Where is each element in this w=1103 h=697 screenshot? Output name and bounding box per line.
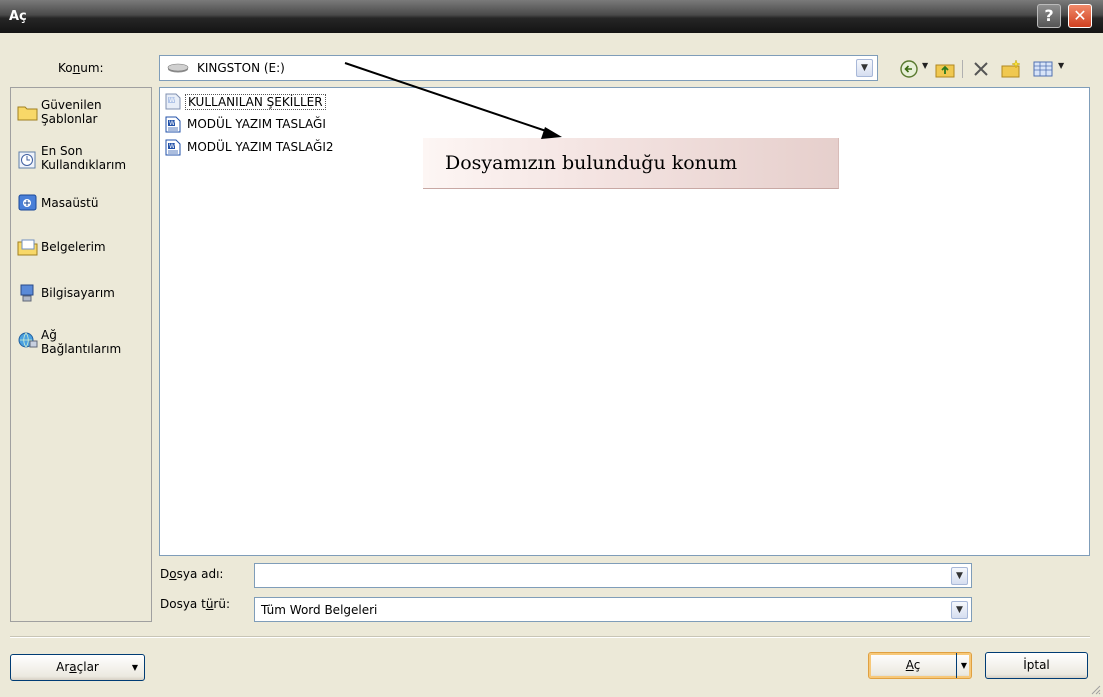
- place-recent[interactable]: En Son Kullandıklarım: [15, 142, 151, 176]
- place-label: Bilgisayarım: [41, 286, 115, 300]
- word-document-icon: W: [165, 93, 181, 110]
- usb-drive-icon: [167, 63, 189, 73]
- title-bar[interactable]: Aç ? ✕: [0, 0, 1103, 33]
- tools-dropdown-icon: ▼: [131, 663, 138, 672]
- filetype-dropdown-button[interactable]: ▼: [951, 601, 968, 619]
- annotation-callout: Dosyamızın bulunduğu konum: [423, 138, 839, 189]
- place-label: En Son Kullandıklarım: [41, 144, 127, 172]
- svg-text:W: W: [169, 143, 175, 150]
- new-folder-icon[interactable]: [1000, 59, 1022, 79]
- filename-label-part: D: [160, 567, 170, 581]
- trusted-templates-folder-icon: [17, 106, 38, 121]
- filename-dropdown-button[interactable]: ▼: [951, 567, 968, 585]
- delete-icon[interactable]: [970, 59, 992, 79]
- back-dropdown-icon[interactable]: ▼: [922, 61, 928, 70]
- network-places-icon: [18, 332, 38, 348]
- location-label-part: Ko: [58, 61, 73, 75]
- place-trusted-templates[interactable]: Güvenilen Şablonlar: [15, 96, 151, 130]
- resize-grip-icon[interactable]: [1089, 683, 1101, 695]
- file-name: MODÜL YAZIM TASLAĞI: [187, 117, 326, 131]
- filename-combobox[interactable]: ▼: [254, 563, 972, 588]
- help-button[interactable]: ?: [1037, 4, 1061, 28]
- place-desktop[interactable]: Masaüstü: [15, 192, 151, 214]
- up-folder-icon[interactable]: [934, 59, 956, 79]
- place-label: Masaüstü: [41, 196, 99, 210]
- filetype-label-part: rü:: [213, 597, 231, 611]
- toolbar-separator: [962, 60, 963, 78]
- open-button[interactable]: Aç ▼: [868, 652, 972, 679]
- location-value: KINGSTON (E:): [197, 61, 285, 75]
- file-name: KULLANILAN ŞEKİLLER: [185, 94, 326, 110]
- tools-button[interactable]: Araçlar ▼: [10, 654, 145, 681]
- places-bar: Güvenilen Şablonlar En Son Kullandıkları…: [10, 87, 152, 622]
- tools-label-part: Ar: [56, 660, 70, 674]
- open-label-accesskey: A: [905, 658, 914, 672]
- svg-text:W: W: [169, 97, 175, 104]
- place-my-documents[interactable]: Belgelerim: [15, 236, 151, 258]
- back-icon[interactable]: [898, 59, 920, 79]
- location-dropdown-button[interactable]: ▼: [856, 59, 873, 77]
- open-label: Aç: [906, 658, 921, 672]
- annotation-text: Dosyamızın bulunduğu konum: [445, 152, 738, 174]
- filename-label-part: sya adı:: [176, 567, 224, 581]
- filename-label-accesskey: o: [169, 567, 177, 581]
- location-label: Konum:: [58, 61, 104, 75]
- bottom-divider: [10, 636, 1090, 638]
- word-document-icon: W: [165, 116, 181, 133]
- open-dialog-window: Aç ? ✕ Konum: KINGSTON (E:) ▼ ▼ ▼ Güveni…: [0, 0, 1103, 697]
- my-computer-icon: [20, 284, 34, 302]
- file-name: MODÜL YAZIM TASLAĞI2: [187, 140, 334, 154]
- tools-label-accesskey: a: [69, 660, 77, 674]
- word-document-icon: W: [165, 139, 181, 156]
- views-icon[interactable]: [1032, 59, 1054, 79]
- my-documents-icon: [17, 239, 38, 256]
- filetype-label: Dosya türü:: [160, 597, 230, 611]
- filetype-value: Tüm Word Belgeleri: [261, 603, 378, 617]
- place-network[interactable]: Ağ Bağlantılarım: [15, 326, 151, 360]
- desktop-icon: [18, 194, 37, 211]
- open-label-part: ç: [913, 658, 921, 672]
- place-label: Güvenilen Şablonlar: [41, 98, 102, 126]
- views-dropdown-icon[interactable]: ▼: [1058, 61, 1064, 70]
- filetype-label-part: Dosya t: [160, 597, 206, 611]
- location-combobox[interactable]: KINGSTON (E:) ▼: [159, 55, 878, 81]
- window-title: Aç: [9, 9, 27, 24]
- cancel-button[interactable]: İptal: [985, 652, 1088, 679]
- place-my-computer[interactable]: Bilgisayarım: [15, 282, 151, 304]
- filename-label: Dosya adı:: [160, 567, 223, 581]
- place-label: Belgelerim: [41, 240, 106, 254]
- location-label-part: um:: [80, 61, 104, 75]
- toolbar: ▼ ▼: [890, 56, 1100, 82]
- place-label: Ağ Bağlantılarım: [41, 328, 122, 356]
- close-button[interactable]: ✕: [1068, 4, 1092, 28]
- tools-label-part: çlar: [76, 660, 99, 674]
- filetype-combobox[interactable]: Tüm Word Belgeleri ▼: [254, 597, 972, 622]
- open-dropdown-icon[interactable]: ▼: [956, 653, 971, 678]
- svg-text:W: W: [169, 120, 175, 127]
- recent-documents-icon: [18, 151, 36, 169]
